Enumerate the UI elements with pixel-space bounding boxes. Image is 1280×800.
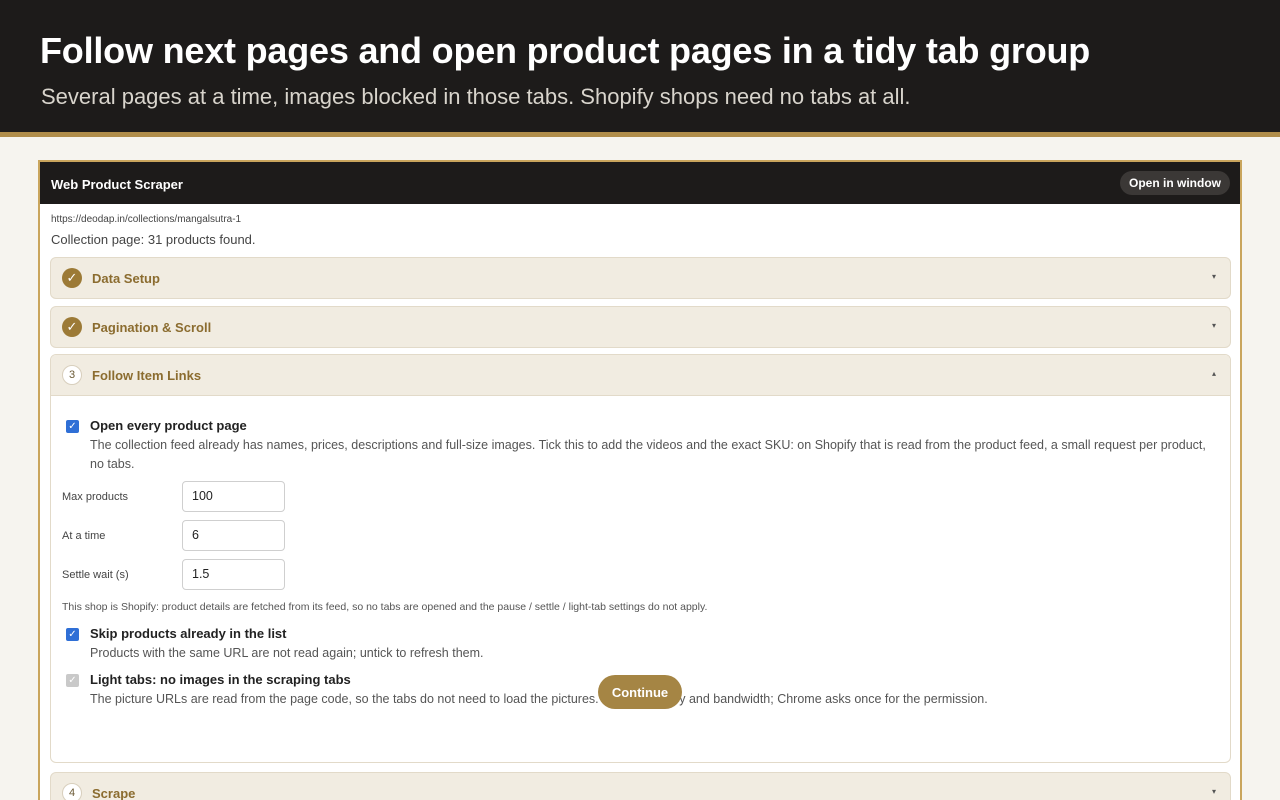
continue-button[interactable]: Continue <box>598 675 682 709</box>
check-icon: ✓ <box>62 268 82 288</box>
step-follow-item-links: 3 Follow Item Links ▴ ✓ Open every produ… <box>50 354 1231 763</box>
hero-subline: Several pages at a time, images blocked … <box>41 84 911 109</box>
scraper-panel: Web Product Scraper Open in window https… <box>38 160 1242 800</box>
open-in-window-button[interactable]: Open in window <box>1120 171 1230 195</box>
check-icon: ✓ <box>62 317 82 337</box>
shopify-note: This shop is Shopify: product details ar… <box>62 601 708 613</box>
max-products-input[interactable]: 100 <box>182 481 285 512</box>
light-tabs-checkbox: ✓ <box>66 674 79 687</box>
hero-headline: Follow next pages and open product pages… <box>40 30 1091 71</box>
step-label: Scrape <box>92 786 136 800</box>
option-description: Products with the same URL are not read … <box>90 646 484 660</box>
settle-wait-input[interactable]: 1.5 <box>182 559 285 590</box>
step-label: Follow Item Links <box>92 368 202 383</box>
step-pagination-scroll[interactable]: ✓ Pagination & Scroll ▾ <box>50 306 1231 348</box>
option-title: Skip products already in the list <box>90 626 287 641</box>
step-number: 3 <box>62 365 82 385</box>
hero-banner: Follow next pages and open product pages… <box>0 0 1280 132</box>
current-url: https://deodap.in/collections/mangalsutr… <box>51 214 242 225</box>
max-products-label: Max products <box>62 491 129 503</box>
option-title: Light tabs: no images in the scraping ta… <box>90 672 351 687</box>
option-description: The collection feed already has names, p… <box>90 438 1206 471</box>
at-a-time-input[interactable]: 6 <box>182 520 285 551</box>
option-title: Open every product page <box>90 418 247 433</box>
panel-header: Web Product Scraper Open in window <box>40 162 1240 204</box>
step-header[interactable]: 3 Follow Item Links ▴ <box>51 355 1230 396</box>
open-every-product-checkbox[interactable]: ✓ <box>66 420 79 433</box>
settle-wait-label: Settle wait (s) <box>62 569 129 581</box>
step-label: Data Setup <box>92 271 160 286</box>
step-scrape[interactable]: 4 Scrape ▾ <box>50 772 1231 800</box>
banner-divider <box>0 132 1280 137</box>
at-a-time-label: At a time <box>62 530 106 542</box>
step-label: Pagination & Scroll <box>92 320 212 335</box>
chevron-up-icon: ▴ <box>1211 369 1216 378</box>
status-text: Collection page: 31 products found. <box>51 232 256 247</box>
panel-title: Web Product Scraper <box>51 177 183 192</box>
step-number: 4 <box>62 783 82 800</box>
chevron-down-icon: ▾ <box>1211 272 1216 281</box>
skip-existing-checkbox[interactable]: ✓ <box>66 628 79 641</box>
chevron-down-icon: ▾ <box>1211 321 1216 330</box>
chevron-down-icon: ▾ <box>1211 787 1216 796</box>
step-data-setup[interactable]: ✓ Data Setup ▾ <box>50 257 1231 299</box>
